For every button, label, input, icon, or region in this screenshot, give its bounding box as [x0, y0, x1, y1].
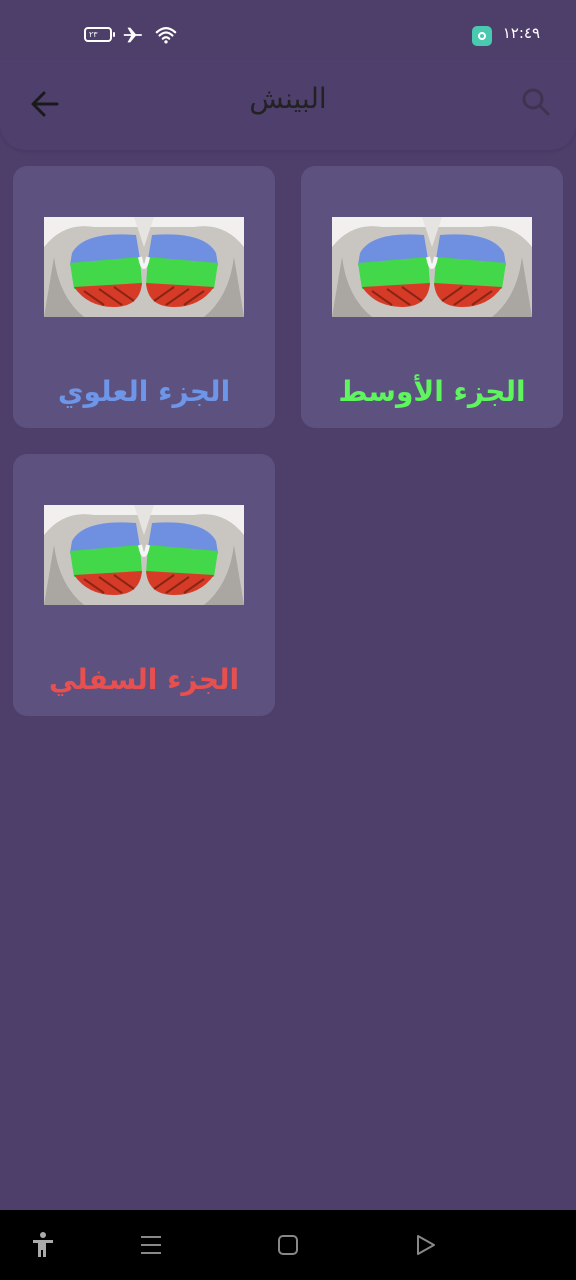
home-icon[interactable]	[273, 1230, 303, 1260]
page-title: البينش	[249, 82, 327, 115]
notification-app-icon	[472, 26, 492, 46]
battery-level: ٢٣	[89, 30, 98, 39]
card-label: الجزء السفلي	[48, 663, 240, 696]
card-upper-chest[interactable]: الجزء العلوي	[13, 166, 275, 428]
wifi-icon	[155, 27, 177, 44]
app-bar: البينش	[0, 60, 576, 150]
system-nav-bar	[0, 1210, 576, 1280]
airplane-mode-icon	[123, 27, 143, 43]
status-time: ١٢:٤٩	[502, 24, 540, 42]
card-middle-chest[interactable]: الجزء الأوسط	[301, 166, 563, 428]
card-lower-chest[interactable]: الجزء السفلي	[13, 454, 275, 716]
search-icon[interactable]	[518, 84, 554, 120]
accessibility-icon[interactable]	[28, 1230, 58, 1260]
card-label: الجزء العلوي	[57, 375, 231, 408]
battery-icon: ٢٣	[84, 27, 115, 42]
back-triangle-icon[interactable]	[410, 1230, 440, 1260]
card-label: الجزء الأوسط	[338, 375, 526, 408]
menu-icon[interactable]	[136, 1230, 166, 1260]
chest-muscle-image	[332, 217, 532, 317]
chest-muscle-image	[44, 505, 244, 605]
chest-muscle-image	[44, 217, 244, 317]
